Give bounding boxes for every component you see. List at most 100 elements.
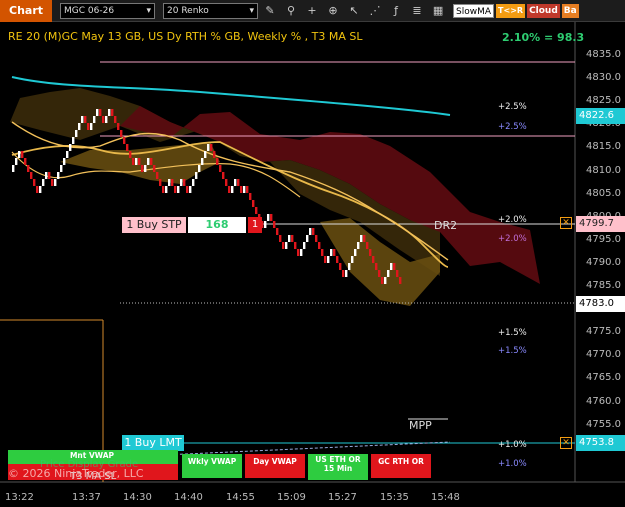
down-brick	[318, 242, 321, 249]
level-label: +2.5%	[498, 122, 527, 132]
down-brick	[117, 123, 120, 130]
instrument-label: MGC 06-26	[64, 5, 115, 16]
x-tick-label: 14:55	[226, 492, 255, 503]
up-brick	[69, 144, 72, 151]
magnifier-icon[interactable]: ⚲	[282, 2, 300, 20]
up-brick	[357, 242, 360, 249]
close-order-icon[interactable]: ✕	[560, 437, 572, 449]
close-order-icon[interactable]: ✕	[560, 217, 572, 229]
down-brick	[291, 235, 294, 242]
indicators-icon[interactable]: ƒ	[387, 2, 405, 20]
x-tick-label: 15:09	[277, 492, 306, 503]
up-brick	[18, 151, 21, 158]
down-brick	[153, 165, 156, 172]
down-brick	[315, 235, 318, 242]
price-chart[interactable]	[0, 22, 625, 507]
down-brick	[270, 214, 273, 221]
crosshair-icon[interactable]: +	[303, 2, 321, 20]
down-brick	[171, 179, 174, 186]
level-label: +1.5%	[498, 328, 527, 338]
up-brick	[288, 235, 291, 242]
down-brick	[225, 179, 228, 186]
down-brick	[21, 151, 24, 158]
up-brick	[135, 158, 138, 165]
grid-icon[interactable]: ▦	[429, 2, 447, 20]
up-brick	[264, 221, 267, 228]
day-vwap-label: Day VWAP	[253, 457, 297, 466]
x-tick-label: 15:48	[431, 492, 460, 503]
y-tick-label: 4830.0	[586, 72, 621, 84]
buy-stop-order-label[interactable]: 1 Buy STP	[122, 217, 186, 233]
down-brick	[369, 249, 372, 256]
level-label: +2.0%	[498, 234, 527, 244]
y-tick-label: 4755.0	[586, 418, 621, 430]
slowma-selector[interactable]: SlowMA	[453, 3, 495, 18]
up-brick	[192, 179, 195, 186]
mouse-pointer-icon[interactable]: ↖	[345, 2, 363, 20]
up-brick	[93, 116, 96, 123]
bar-button[interactable]: Ba	[561, 3, 579, 18]
down-brick	[246, 186, 249, 193]
lines-icon[interactable]: ≣	[408, 2, 426, 20]
down-brick	[237, 179, 240, 186]
order-quantity[interactable]: 168	[188, 217, 246, 233]
order-count[interactable]: 1	[248, 217, 262, 233]
down-brick	[294, 242, 297, 249]
down-brick	[276, 228, 279, 235]
down-brick	[273, 221, 276, 228]
up-brick	[180, 179, 183, 186]
chevron-down-icon: ▾	[146, 5, 152, 16]
up-brick	[144, 165, 147, 172]
gc-rth-or-label: GC RTH OR	[378, 457, 424, 466]
down-brick	[186, 186, 189, 193]
hatch-icon[interactable]: ⋰	[366, 2, 384, 20]
y-tick-label: 4815.0	[586, 141, 621, 153]
up-brick	[348, 263, 351, 270]
y-tick-label: 4785.0	[586, 280, 621, 291]
zoom-in-icon[interactable]: ⊕	[324, 2, 342, 20]
down-brick	[162, 186, 165, 193]
buy-limit-order-label[interactable]: 1 Buy LMT	[122, 435, 184, 451]
up-brick	[15, 158, 18, 165]
up-brick	[384, 277, 387, 284]
y-tick-label: 4835.0	[586, 49, 621, 60]
down-brick	[366, 242, 369, 249]
up-brick	[96, 109, 99, 116]
y-tick-label: 4805.0	[586, 187, 621, 199]
price-flag-stop: 4799.7	[576, 216, 625, 232]
window-title: Chart	[0, 0, 53, 22]
down-brick	[99, 109, 102, 116]
x-tick-label: 13:22	[5, 492, 34, 503]
tc-button[interactable]: T<>R	[496, 3, 526, 18]
down-brick	[393, 263, 396, 270]
bar-type-selector[interactable]: 20 Renko ▾	[163, 2, 259, 19]
up-brick	[285, 242, 288, 249]
up-brick	[108, 109, 111, 116]
instrument-selector[interactable]: MGC 06-26 ▾	[60, 2, 156, 19]
up-brick	[75, 130, 78, 137]
up-brick	[303, 242, 306, 249]
down-brick	[240, 186, 243, 193]
down-brick	[87, 123, 90, 130]
down-brick	[228, 186, 231, 193]
down-brick	[222, 172, 225, 179]
x-tick-label: 15:35	[380, 492, 409, 503]
up-brick	[267, 214, 270, 221]
down-brick	[36, 186, 39, 193]
level-label: +1.5%	[498, 346, 527, 356]
x-tick-label: 13:37	[72, 492, 101, 503]
down-brick	[375, 263, 378, 270]
up-brick	[72, 137, 75, 144]
up-brick	[207, 144, 210, 151]
pencil-icon[interactable]: ✎	[261, 2, 279, 20]
cloud-button[interactable]: Cloud	[527, 3, 560, 18]
price-flag-last: 4783.0	[576, 296, 625, 312]
down-brick	[333, 249, 336, 256]
up-brick	[327, 256, 330, 263]
down-brick	[141, 165, 144, 172]
down-brick	[255, 207, 258, 214]
y-tick-label: 4810.0	[586, 164, 621, 176]
down-brick	[126, 144, 129, 151]
up-brick	[57, 172, 60, 179]
up-brick	[147, 158, 150, 165]
